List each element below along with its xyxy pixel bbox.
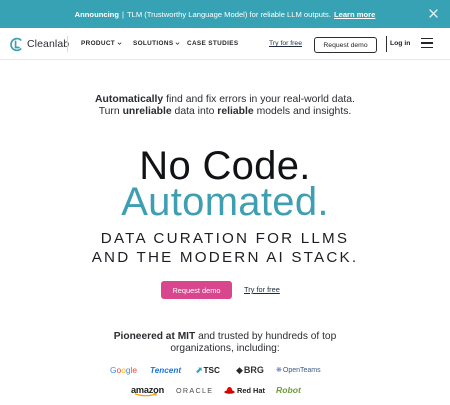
hero-subtitle-line-1: DATA CURATION FOR LLMS xyxy=(100,230,350,247)
lead-text: data into xyxy=(171,106,218,117)
request-demo-button[interactable]: Request demo xyxy=(314,37,377,53)
nav-item-label: PRODUCT xyxy=(81,40,116,47)
chevron-down-icon xyxy=(176,42,180,45)
hero-subtitle-line-2: AND THE MODERN AI STACK. xyxy=(91,249,359,266)
redhat-logo: Red Hat xyxy=(224,383,265,397)
hero-try-for-free-link[interactable]: Try for free xyxy=(244,285,280,294)
nav-item-solutions[interactable]: SOLUTIONS xyxy=(133,40,180,47)
close-icon[interactable] xyxy=(427,7,440,20)
robot-logo: Robot xyxy=(276,385,301,395)
amazon-logo: amazon xyxy=(131,383,164,397)
trust-bold: Pioneered at MIT xyxy=(113,331,196,342)
trust-text: and trusted by hundreds of top xyxy=(195,331,337,342)
hero-request-demo-button[interactable]: Request demo xyxy=(161,281,232,299)
trust-line-1: Pioneered at MIT and trusted by hundreds… xyxy=(0,331,450,342)
login-link[interactable]: Log in xyxy=(390,40,410,47)
logo-text: Cleanlab xyxy=(27,38,70,50)
customer-logos-row-1: Google Tencent ⬈ TSC ◆ BRG ❋ OpenTeams xyxy=(0,363,450,377)
try-for-free-link[interactable]: Try for free xyxy=(269,40,302,47)
chevron-down-icon xyxy=(117,42,122,45)
tsc-logo-text: TSC xyxy=(203,365,220,375)
openteams-logo: ❋ OpenTeams xyxy=(276,366,321,375)
oracle-logo: ORACLE xyxy=(176,385,214,395)
brg-logo: ◆ BRG xyxy=(236,364,264,376)
nav-item-case-studies[interactable]: CASE STUDIES xyxy=(187,40,238,47)
hero-lead-line-2: Turn unreliable data into reliable model… xyxy=(0,106,450,117)
learn-more-link[interactable]: Learn more xyxy=(334,10,375,19)
nav-item-label: SOLUTIONS xyxy=(133,40,174,47)
lead-bold: Automatically xyxy=(95,94,164,105)
announcement-bar: Announcing | TLM (Trustworthy Language M… xyxy=(0,0,450,28)
lead-bold: reliable xyxy=(217,106,254,117)
cleanlab-logo-icon xyxy=(10,37,22,51)
announcement-separator: | xyxy=(121,9,124,19)
openteams-logo-text: OpenTeams xyxy=(282,366,321,374)
redhat-logo-text: Red Hat xyxy=(237,385,265,395)
nav-item-product[interactable]: PRODUCT xyxy=(81,40,122,47)
trust-line-2: organizations, including: xyxy=(170,343,280,354)
lead-bold: unreliable xyxy=(122,106,172,117)
amazon-smile-icon xyxy=(134,393,158,397)
google-logo: Google xyxy=(110,365,138,375)
announcement-text: TLM (Trustworthy Language Model) for rel… xyxy=(126,9,331,19)
top-navigation: Cleanlab PRODUCT SOLUTIONS CASE STUDIES … xyxy=(0,28,450,60)
lead-text: find and fix errors in your real-world d… xyxy=(163,94,355,105)
nav-item-label: CASE STUDIES xyxy=(187,40,239,47)
tencent-logo: Tencent xyxy=(150,365,182,375)
brg-logo-text: BRG xyxy=(243,365,264,375)
customer-logos-row-2: amazon ORACLE Red Hat Robot xyxy=(0,383,450,397)
hamburger-menu-icon[interactable] xyxy=(421,38,433,48)
lead-text: Turn xyxy=(98,106,123,117)
redhat-hat-icon xyxy=(224,387,235,394)
hero-title-line-2: Automated. xyxy=(121,180,329,224)
announcement-lead: Announcing xyxy=(74,9,119,19)
tsc-logo: ⬈ TSC xyxy=(195,364,220,375)
nav-divider-right xyxy=(386,36,387,52)
hero-lead-line-1: Automatically find and fix errors in you… xyxy=(0,94,450,105)
nav-divider xyxy=(67,36,68,52)
cleanlab-logo[interactable]: Cleanlab xyxy=(9,36,69,52)
lead-text: models and insights. xyxy=(253,106,352,117)
